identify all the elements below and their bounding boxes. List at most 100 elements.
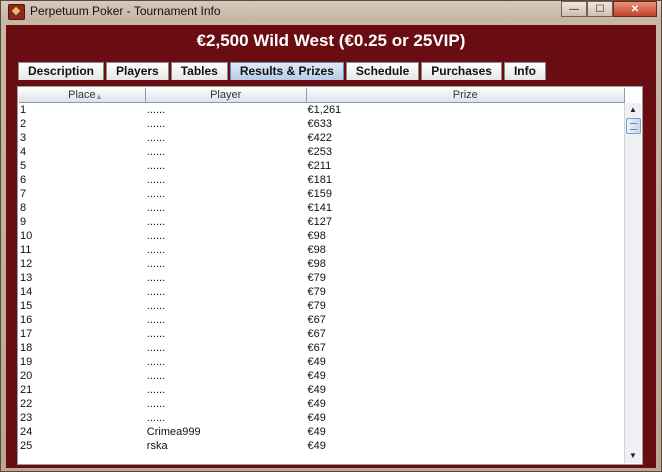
player-cell: rska xyxy=(146,440,168,452)
prize-cell: €49 xyxy=(307,440,326,452)
place-cell: 4 xyxy=(20,146,27,158)
place-cell: 8 xyxy=(20,202,27,214)
table-row[interactable]: 20...... €49 xyxy=(19,369,625,383)
table-row[interactable]: 21...... €49 xyxy=(19,383,625,397)
table-row[interactable]: 10...... €98 xyxy=(19,229,625,243)
place-cell: 7 xyxy=(20,188,27,200)
scroll-thumb[interactable] xyxy=(626,118,641,134)
tab-purchases[interactable]: Purchases xyxy=(421,62,502,80)
tab-tables[interactable]: Tables xyxy=(170,62,228,80)
table-header: Place ▲ Player Prize xyxy=(19,88,625,103)
prize-cell: €159 xyxy=(307,188,333,200)
table-row[interactable]: 1...... €1,261 xyxy=(19,103,625,117)
table-row[interactable]: 8...... €141 xyxy=(19,201,625,215)
place-cell: 9 xyxy=(20,216,27,228)
prize-cell: €98 xyxy=(307,258,326,270)
place-cell: 24 xyxy=(20,426,33,438)
table-row[interactable]: 25 rska €49 xyxy=(19,439,625,453)
prize-cell: €67 xyxy=(307,314,326,326)
prize-cell: €49 xyxy=(307,370,326,382)
table-row[interactable]: 18...... €67 xyxy=(19,341,625,355)
table-row[interactable]: 9...... €127 xyxy=(19,215,625,229)
table-row[interactable]: 7...... €159 xyxy=(19,187,625,201)
prize-cell: €79 xyxy=(307,286,326,298)
table-row[interactable]: 3...... €422 xyxy=(19,131,625,145)
vertical-scrollbar[interactable]: ▲ ▼ xyxy=(624,103,641,463)
player-cell: ...... xyxy=(146,104,166,116)
table-row[interactable]: 2...... €633 xyxy=(19,117,625,131)
table-row[interactable]: 13...... €79 xyxy=(19,271,625,285)
column-header-player[interactable]: Player xyxy=(146,88,307,102)
prize-cell: €98 xyxy=(307,230,326,242)
tab-players[interactable]: Players xyxy=(106,62,169,80)
prize-cell: €1,261 xyxy=(307,104,342,116)
player-cell: ...... xyxy=(146,118,166,130)
title-bar[interactable]: Perpetuum Poker - Tournament Info — ☐ ✕ xyxy=(1,1,661,21)
place-cell: 21 xyxy=(20,384,33,396)
table-row[interactable]: 19...... €49 xyxy=(19,355,625,369)
close-button[interactable]: ✕ xyxy=(613,1,657,17)
tab-description[interactable]: Description xyxy=(18,62,105,80)
scroll-down-icon[interactable]: ▼ xyxy=(626,449,640,463)
poker-app-icon xyxy=(8,4,25,20)
player-cell: ...... xyxy=(146,328,166,340)
player-cell: ...... xyxy=(146,300,166,312)
tab-info[interactable]: Info xyxy=(503,62,546,80)
prize-cell: €79 xyxy=(307,272,326,284)
column-header-place[interactable]: Place ▲ xyxy=(19,88,146,102)
place-cell: 14 xyxy=(20,286,33,298)
player-cell: ...... xyxy=(146,202,166,214)
prize-cell: €633 xyxy=(307,118,333,130)
scroll-up-icon[interactable]: ▲ xyxy=(626,103,640,117)
player-cell: ...... xyxy=(146,370,166,382)
table-row[interactable]: 14...... €79 xyxy=(19,285,625,299)
tab-bar: Description Players Tables Results & Pri… xyxy=(18,62,548,80)
column-header-prize[interactable]: Prize xyxy=(307,88,625,102)
player-cell: ...... xyxy=(146,146,166,158)
tab-schedule[interactable]: Schedule xyxy=(345,62,420,80)
place-cell: 5 xyxy=(20,160,27,172)
place-cell: 20 xyxy=(20,370,33,382)
place-cell: 3 xyxy=(20,132,27,144)
prize-cell: €49 xyxy=(307,356,326,368)
player-cell: ...... xyxy=(146,188,166,200)
place-cell: 16 xyxy=(20,314,33,326)
results-table: Place ▲ Player Prize 1...... €1,261 2.....… xyxy=(17,86,643,465)
table-row[interactable]: 6...... €181 xyxy=(19,173,625,187)
prize-cell: €49 xyxy=(307,426,326,438)
prize-cell: €141 xyxy=(307,202,333,214)
place-cell: 6 xyxy=(20,174,27,186)
place-cell: 22 xyxy=(20,398,33,410)
player-cell: ...... xyxy=(146,174,166,186)
table-row[interactable]: 16...... €67 xyxy=(19,313,625,327)
table-row[interactable]: 23...... €49 xyxy=(19,411,625,425)
tournament-info-window: Perpetuum Poker - Tournament Info — ☐ ✕ … xyxy=(0,0,662,472)
player-cell: ...... xyxy=(146,286,166,298)
player-cell: Crimea999 xyxy=(146,426,201,438)
player-cell: ...... xyxy=(146,132,166,144)
player-cell: ...... xyxy=(146,258,166,270)
player-cell: ...... xyxy=(146,244,166,256)
place-cell: 11 xyxy=(20,244,32,256)
prize-cell: €422 xyxy=(307,132,333,144)
table-row[interactable]: 5...... €211 xyxy=(19,159,625,173)
player-cell: ...... xyxy=(146,412,166,424)
maximize-button[interactable]: ☐ xyxy=(587,1,613,17)
table-row[interactable]: 15...... €79 xyxy=(19,299,625,313)
prize-cell: €67 xyxy=(307,342,326,354)
place-cell: 10 xyxy=(20,230,33,242)
prize-cell: €49 xyxy=(307,398,326,410)
table-row[interactable]: 24 Crimea999 €49 xyxy=(19,425,625,439)
column-header-place-label: Place xyxy=(68,89,96,101)
minimize-button[interactable]: — xyxy=(561,1,587,17)
prize-cell: €98 xyxy=(307,244,326,256)
table-row[interactable]: 4...... €253 xyxy=(19,145,625,159)
place-cell: 17 xyxy=(20,328,33,340)
player-cell: ...... xyxy=(146,216,166,228)
table-row[interactable]: 17...... €67 xyxy=(19,327,625,341)
place-cell: 18 xyxy=(20,342,33,354)
table-row[interactable]: 12...... €98 xyxy=(19,257,625,271)
tab-results-prizes[interactable]: Results & Prizes xyxy=(229,62,344,80)
table-row[interactable]: 22...... €49 xyxy=(19,397,625,411)
table-row[interactable]: 11...... €98 xyxy=(19,243,625,257)
